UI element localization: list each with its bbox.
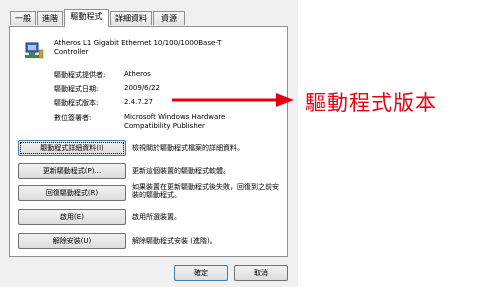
driver-version-label: 驅動程式版本: — [54, 99, 99, 107]
uninstall-description: 解除驅動程式安裝 (進階)。 — [132, 237, 217, 245]
driver-date-label: 驅動程式日期: — [54, 85, 99, 93]
update-driver-button[interactable]: 更新驅動程式(P)... — [18, 163, 126, 179]
tab-driver[interactable]: 驅動程式 — [64, 9, 109, 27]
annotation-arrow-icon — [172, 93, 294, 107]
uninstall-button[interactable]: 解除安裝(U) — [18, 233, 126, 249]
driver-provider-label: 驅動程式提供者: — [54, 71, 106, 79]
driver-details-button[interactable]: 驅動程式詳細資料(I) — [18, 140, 126, 156]
update-driver-description: 更新這個裝置的驅動程式軟體。 — [132, 167, 230, 175]
ok-button[interactable]: 確定 — [174, 265, 228, 281]
device-name: Atheros L1 Gigabit Ethernet 10/100/1000B… — [54, 39, 222, 56]
driver-provider-value: Atheros — [124, 70, 151, 78]
driver-details-description: 檢視關於驅動程式檔案的詳細資料。 — [132, 144, 244, 152]
tab-advanced[interactable]: 進階 — [37, 11, 63, 25]
digital-signer-label: 數位簽署者: — [54, 114, 92, 122]
enable-button[interactable]: 啟用(E) — [18, 209, 126, 225]
driver-version-value: 2.4.7.27 — [124, 98, 153, 106]
tab-resources[interactable]: 資源 — [153, 11, 185, 25]
cancel-button[interactable]: 取消 — [234, 265, 288, 281]
roll-back-driver-description: 如果裝置在更新驅動程式後失敗，回復到之前安裝的驅動程式。 — [132, 183, 279, 199]
roll-back-driver-button[interactable]: 回復驅動程式(R) — [18, 185, 126, 201]
annotation-label: 驅動程式版本 — [305, 91, 437, 115]
device-properties-dialog: 一般 進階 驅動程式 詳細資料 資源 Atheros L1 Gigabit Et… — [0, 0, 298, 287]
enable-description: 啟用所選裝置。 — [132, 213, 181, 221]
driver-tab-panel: Atheros L1 Gigabit Ethernet 10/100/1000B… — [9, 26, 288, 257]
tab-details[interactable]: 詳細資料 — [110, 11, 152, 25]
digital-signer-value: Microsoft Windows Hardware Compatibility… — [124, 113, 226, 130]
tab-general[interactable]: 一般 — [10, 11, 36, 25]
driver-date-value: 2009/6/22 — [124, 84, 160, 92]
network-adapter-icon — [25, 42, 44, 59]
